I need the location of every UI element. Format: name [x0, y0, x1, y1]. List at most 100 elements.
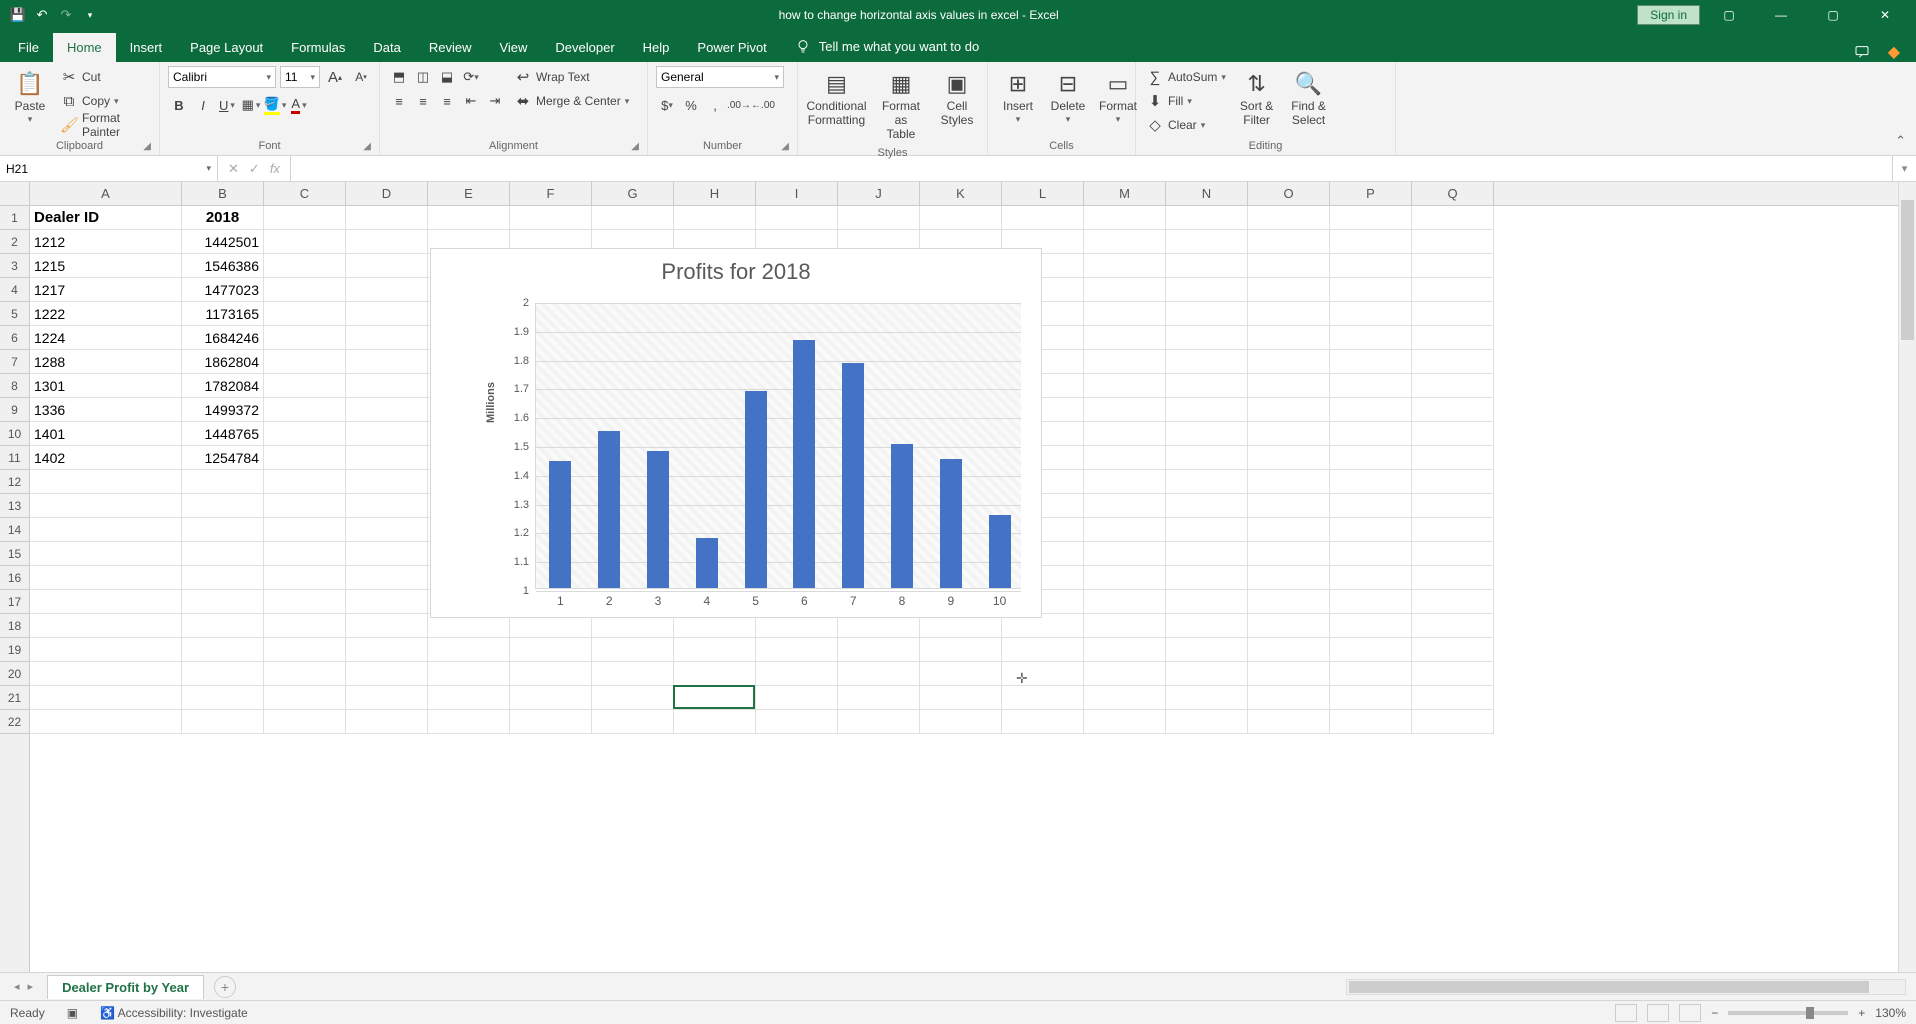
cell[interactable]: 1684246 [182, 326, 264, 350]
tab-home[interactable]: Home [53, 33, 116, 62]
format-painter-button[interactable]: 🖌Format Painter [58, 114, 151, 136]
cell[interactable] [1330, 374, 1412, 398]
cell[interactable] [182, 686, 264, 710]
cell[interactable] [1412, 374, 1494, 398]
tab-power-pivot[interactable]: Power Pivot [683, 33, 780, 62]
align-center-icon[interactable]: ≡ [412, 90, 434, 112]
row-header[interactable]: 12 [0, 470, 29, 494]
cell[interactable] [1084, 518, 1166, 542]
cell[interactable] [264, 638, 346, 662]
select-all-button[interactable] [0, 182, 30, 206]
cell[interactable] [1248, 326, 1330, 350]
cell[interactable] [1084, 662, 1166, 686]
tab-formulas[interactable]: Formulas [277, 33, 359, 62]
cell[interactable] [838, 710, 920, 734]
row-header[interactable]: 17 [0, 590, 29, 614]
cell[interactable] [1166, 686, 1248, 710]
ribbon-display-options-icon[interactable]: ▢ [1706, 0, 1752, 30]
cell[interactable] [264, 566, 346, 590]
cell[interactable]: 1401 [30, 422, 182, 446]
tab-view[interactable]: View [485, 33, 541, 62]
cell[interactable] [30, 710, 182, 734]
cell[interactable]: 1173165 [182, 302, 264, 326]
cell[interactable]: 1254784 [182, 446, 264, 470]
decrease-indent-icon[interactable]: ⇤ [460, 90, 482, 112]
tab-help[interactable]: Help [629, 33, 684, 62]
cell[interactable] [1084, 326, 1166, 350]
cell[interactable] [1412, 662, 1494, 686]
hscroll-thumb[interactable] [1349, 981, 1869, 993]
cell[interactable] [1248, 398, 1330, 422]
align-bottom-icon[interactable]: ⬓ [436, 66, 458, 88]
cell[interactable]: Dealer ID [30, 206, 182, 230]
cell[interactable] [1412, 206, 1494, 230]
wrap-text-button[interactable]: ↩Wrap Text [512, 66, 631, 88]
cell[interactable] [346, 254, 428, 278]
cell[interactable] [1330, 326, 1412, 350]
cell[interactable] [1248, 662, 1330, 686]
column-header[interactable]: E [428, 182, 510, 205]
cell[interactable] [1412, 470, 1494, 494]
row-header[interactable]: 5 [0, 302, 29, 326]
cell[interactable] [1084, 230, 1166, 254]
cell[interactable] [1330, 542, 1412, 566]
cell[interactable] [346, 350, 428, 374]
paste-button[interactable]: 📋 Paste ▾ [8, 66, 52, 129]
cell[interactable] [1084, 374, 1166, 398]
column-header[interactable]: N [1166, 182, 1248, 205]
cell[interactable] [1330, 206, 1412, 230]
cell[interactable]: 1442501 [182, 230, 264, 254]
cell[interactable] [264, 470, 346, 494]
cell[interactable] [510, 638, 592, 662]
row-header[interactable]: 14 [0, 518, 29, 542]
cell[interactable] [346, 206, 428, 230]
cell[interactable] [264, 662, 346, 686]
cell[interactable] [1166, 326, 1248, 350]
expand-formula-bar-icon[interactable]: ▾ [1892, 156, 1916, 181]
cell[interactable] [1002, 206, 1084, 230]
cell[interactable] [1412, 710, 1494, 734]
cell[interactable] [1084, 566, 1166, 590]
column-header[interactable]: J [838, 182, 920, 205]
cell[interactable] [756, 206, 838, 230]
clipboard-launcher-icon[interactable]: ◢ [143, 141, 151, 152]
underline-button[interactable]: U▾ [216, 94, 238, 116]
maximize-icon[interactable]: ▢ [1810, 0, 1856, 30]
cell[interactable] [1084, 470, 1166, 494]
cell[interactable] [1248, 278, 1330, 302]
cell[interactable] [1084, 206, 1166, 230]
cell[interactable] [1166, 446, 1248, 470]
cell[interactable] [428, 710, 510, 734]
align-right-icon[interactable]: ≡ [436, 90, 458, 112]
decrease-decimal-icon[interactable]: ←.00 [752, 94, 774, 116]
italic-button[interactable]: I [192, 94, 214, 116]
zoom-level[interactable]: 130% [1875, 1006, 1906, 1020]
cell[interactable] [264, 374, 346, 398]
fill-color-button[interactable]: 🪣▾ [264, 94, 286, 116]
cell[interactable] [1002, 710, 1084, 734]
column-header[interactable]: O [1248, 182, 1330, 205]
comma-format-icon[interactable]: , [704, 94, 726, 116]
cell[interactable] [592, 206, 674, 230]
cell[interactable]: 1448765 [182, 422, 264, 446]
cell[interactable] [30, 518, 182, 542]
cell[interactable] [920, 686, 1002, 710]
align-left-icon[interactable]: ≡ [388, 90, 410, 112]
zoom-out-icon[interactable]: − [1711, 1006, 1718, 1020]
merge-center-button[interactable]: ⬌Merge & Center▾ [512, 90, 631, 112]
cell[interactable] [346, 446, 428, 470]
increase-decimal-icon[interactable]: .00→ [728, 94, 750, 116]
font-color-button[interactable]: A▾ [288, 94, 310, 116]
cell[interactable] [1084, 254, 1166, 278]
cell[interactable] [838, 638, 920, 662]
tab-insert[interactable]: Insert [116, 33, 177, 62]
increase-indent-icon[interactable]: ⇥ [484, 90, 506, 112]
column-header[interactable]: M [1084, 182, 1166, 205]
row-header[interactable]: 11 [0, 446, 29, 470]
collapse-ribbon-icon[interactable]: ⌃ [1895, 133, 1906, 149]
cell[interactable] [1412, 614, 1494, 638]
cell[interactable] [1248, 686, 1330, 710]
cell[interactable] [346, 302, 428, 326]
cell[interactable] [592, 686, 674, 710]
cell[interactable] [264, 350, 346, 374]
